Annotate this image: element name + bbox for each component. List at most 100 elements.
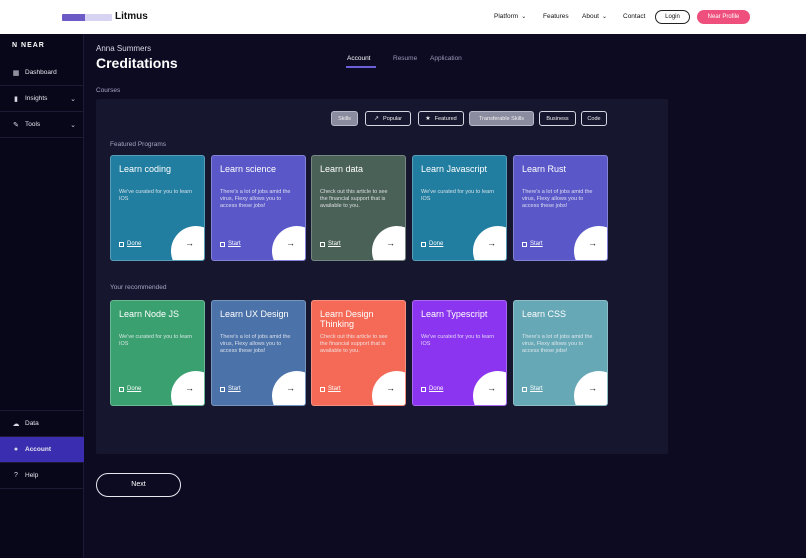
course-card[interactable]: Learn data Check out this article to see … bbox=[311, 155, 406, 261]
course-card[interactable]: Learn science There's a lot of jobs amid … bbox=[211, 155, 306, 261]
course-status-link[interactable]: Start bbox=[320, 386, 341, 392]
filter-label: Code bbox=[587, 115, 601, 122]
litmus-logo-text[interactable]: Litmus bbox=[115, 11, 148, 22]
course-description: We've curated for you to learn IOS bbox=[119, 189, 193, 202]
nav-platform[interactable]: Platform ⌄ bbox=[494, 13, 526, 20]
course-title: Learn coding bbox=[119, 164, 172, 174]
recommended-label: Your recommended bbox=[110, 284, 167, 291]
course-description: There's a lot of jobs amid the virus, Fl… bbox=[220, 334, 291, 354]
arrow-right-icon: → bbox=[185, 383, 194, 393]
course-status-label: Start bbox=[530, 241, 543, 247]
filter-transferable-skills[interactable]: Transferable Skills bbox=[469, 111, 534, 126]
checkbox-icon bbox=[220, 241, 225, 247]
course-title: Learn Typescript bbox=[421, 309, 488, 319]
course-card[interactable]: Learn Javascript We've curated for you to… bbox=[412, 155, 507, 261]
checkbox-icon bbox=[522, 386, 527, 392]
course-title: Learn Javascript bbox=[421, 164, 488, 174]
filter-featured[interactable]: ★ Featured bbox=[418, 111, 464, 126]
near-profile-button[interactable]: Near Profile bbox=[697, 10, 750, 24]
course-card[interactable]: Learn CSS There's a lot of jobs amid the … bbox=[513, 300, 608, 406]
tab-application[interactable]: Application bbox=[430, 55, 462, 62]
next-button[interactable]: Next bbox=[96, 473, 181, 497]
sidebar-item-label: Insights bbox=[25, 95, 48, 102]
sidebar-item-label: Dashboard bbox=[25, 69, 57, 76]
course-description: Check out this article to see the financ… bbox=[320, 334, 388, 354]
course-title: Learn UX Design bbox=[220, 309, 289, 319]
sidebar-item-account[interactable]: ● Account bbox=[0, 437, 84, 463]
filter-label: Skills bbox=[338, 115, 351, 122]
course-status-label: Done bbox=[127, 241, 142, 247]
course-status-label: Done bbox=[429, 386, 444, 392]
nav-contact[interactable]: Contact bbox=[623, 13, 645, 20]
sidebar-item-insights[interactable]: ▮ Insights ⌄ bbox=[0, 86, 84, 112]
tab-resume[interactable]: Resume bbox=[393, 55, 417, 62]
near-logo-mark-icon: Ν bbox=[12, 42, 19, 49]
course-title: Learn CSS bbox=[522, 309, 567, 319]
chevron-down-icon: ⌄ bbox=[521, 14, 527, 20]
filter-business[interactable]: Business bbox=[539, 111, 576, 126]
course-card[interactable]: Learn coding We've curated for you to lea… bbox=[110, 155, 205, 261]
nav-contact-label: Contact bbox=[623, 13, 646, 20]
course-status-link[interactable]: Done bbox=[119, 386, 141, 392]
filter-label: Business bbox=[546, 115, 569, 122]
featured-programs-label: Featured Programs bbox=[110, 141, 166, 148]
course-title: Learn Design Thinking bbox=[320, 309, 374, 329]
course-status-link[interactable]: Done bbox=[421, 241, 443, 247]
checkbox-icon bbox=[522, 241, 527, 247]
sidebar-item-help[interactable]: ? Help bbox=[0, 463, 84, 489]
course-status-link[interactable]: Start bbox=[220, 386, 241, 392]
star-icon: ★ bbox=[425, 116, 431, 122]
filter-skills[interactable]: Skills bbox=[331, 111, 358, 126]
arrow-right-icon: → bbox=[286, 383, 295, 393]
chevron-down-icon: ⌄ bbox=[602, 14, 608, 20]
course-description: There's a lot of jobs amid the virus, Fl… bbox=[220, 189, 291, 209]
checkbox-icon bbox=[421, 241, 426, 247]
login-button[interactable]: Login bbox=[655, 10, 690, 24]
course-card[interactable]: Learn Node JS We've curated for you to le… bbox=[110, 300, 205, 406]
user-name: Anna Summers bbox=[96, 44, 152, 53]
tab-account[interactable]: Account bbox=[347, 55, 371, 62]
course-status-link[interactable]: Start bbox=[522, 241, 543, 247]
checkbox-icon bbox=[119, 241, 124, 247]
course-title: Learn science bbox=[220, 164, 277, 174]
user-icon: ● bbox=[13, 446, 19, 453]
course-status-link[interactable]: Start bbox=[522, 386, 543, 392]
bar-chart-icon: ▮ bbox=[14, 95, 18, 103]
litmus-logo-mark[interactable] bbox=[62, 14, 112, 21]
filter-label: Transferable Skills bbox=[478, 115, 525, 122]
active-tab-indicator bbox=[346, 66, 376, 68]
arrow-right-icon: → bbox=[386, 238, 395, 248]
arrow-right-icon: → bbox=[588, 238, 597, 248]
arrow-right-icon: → bbox=[386, 383, 395, 393]
course-description: We've curated for you to learn IOS bbox=[421, 334, 495, 347]
course-status-label: Start bbox=[530, 386, 543, 392]
arrow-right-icon: → bbox=[588, 383, 597, 393]
course-card[interactable]: Learn Rust There's a lot of jobs amid the… bbox=[513, 155, 608, 261]
sidebar-item-tools[interactable]: ✎ Tools ⌄ bbox=[0, 112, 84, 138]
help-icon: ? bbox=[14, 472, 18, 479]
near-logo[interactable]: Ν NEAR bbox=[12, 42, 45, 49]
course-card[interactable]: Learn UX Design There's a lot of jobs ami… bbox=[211, 300, 306, 406]
course-description: Check out this article to see the financ… bbox=[320, 189, 388, 209]
course-status-link[interactable]: Start bbox=[220, 241, 241, 247]
course-card[interactable]: Learn Typescript We've curated for you to… bbox=[412, 300, 507, 406]
filter-popular[interactable]: ↗ Popular bbox=[365, 111, 411, 126]
page-title: Creditations bbox=[96, 55, 178, 71]
nav-about[interactable]: About ⌄ bbox=[582, 13, 607, 20]
sidebar-item-label: Data bbox=[25, 420, 39, 427]
course-status-link[interactable]: Done bbox=[421, 386, 443, 392]
checkbox-icon bbox=[220, 386, 225, 392]
course-status-link[interactable]: Done bbox=[119, 241, 141, 247]
course-card[interactable]: Learn Design Thinking Check out this arti… bbox=[311, 300, 406, 406]
sidebar-item-label: Account bbox=[25, 446, 51, 453]
filter-label: Featured bbox=[434, 115, 457, 122]
filter-code[interactable]: Code bbox=[581, 111, 607, 126]
sidebar-item-data[interactable]: ☁ Data bbox=[0, 411, 84, 437]
arrow-right-icon: → bbox=[185, 238, 194, 248]
sidebar-item-label: Help bbox=[25, 472, 39, 479]
sidebar-item-dashboard[interactable]: ▦ Dashboard bbox=[0, 60, 84, 86]
checkbox-icon bbox=[320, 386, 325, 392]
course-status-link[interactable]: Start bbox=[320, 241, 341, 247]
course-title: Learn data bbox=[320, 164, 364, 174]
nav-features[interactable]: Features bbox=[543, 13, 569, 20]
